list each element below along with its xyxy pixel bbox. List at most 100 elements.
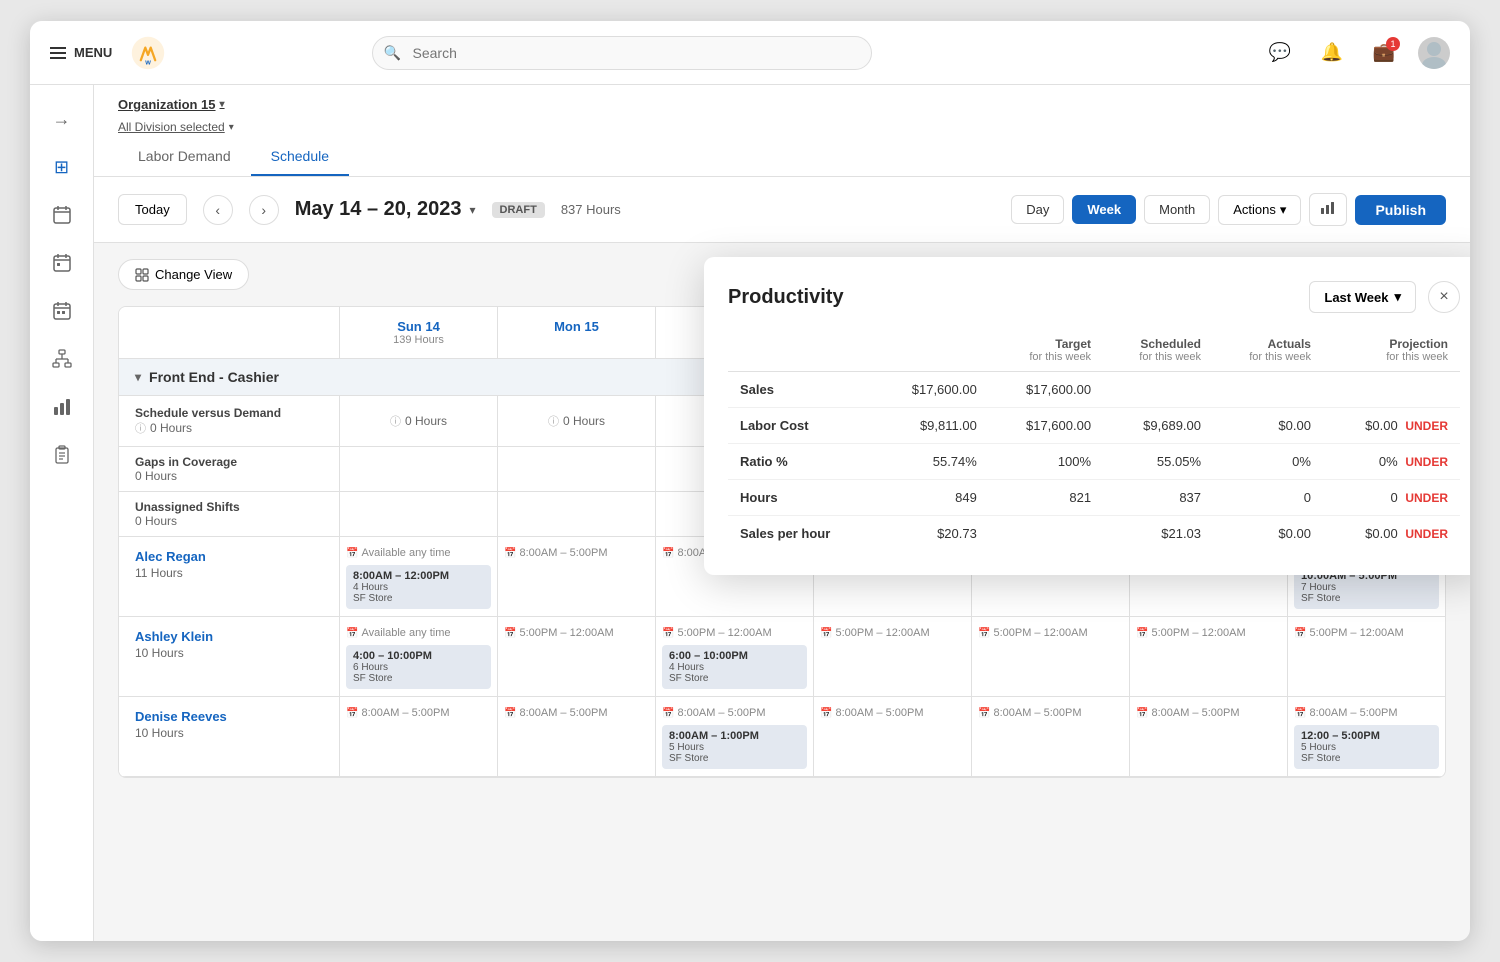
division-arrow: ▾ — [229, 122, 234, 133]
division-selector[interactable]: All Division selected — [118, 120, 225, 134]
prod-scheduled-1: $9,689.00 — [1103, 408, 1213, 444]
actions-arrow: ▾ — [1280, 202, 1287, 218]
close-productivity-button[interactable]: × — [1428, 281, 1460, 313]
badge-count: 1 — [1386, 37, 1400, 51]
unassigned-cell-0 — [339, 492, 497, 536]
day-view-button[interactable]: Day — [1011, 195, 1064, 224]
prev-week-button[interactable]: ‹ — [203, 195, 233, 225]
prod-scheduled-3: 837 — [1103, 480, 1213, 516]
publish-button[interactable]: Publish — [1355, 195, 1446, 225]
avatar[interactable] — [1418, 37, 1450, 69]
gaps-cell-1 — [497, 447, 655, 491]
emp-cell-0-1[interactable]: 📅8:00AM – 5:00PM — [497, 537, 655, 616]
employee-row-1: Ashley Klein10 Hours📅Available any time4… — [119, 617, 1445, 697]
emp-cell-2-5[interactable]: 📅8:00AM – 5:00PM — [1129, 697, 1287, 776]
week-selector-label: Last Week — [1324, 290, 1388, 305]
today-button[interactable]: Today — [118, 194, 187, 225]
avail-text-1-0: 📅Available any time — [346, 623, 491, 643]
metrics-label: Schedule versus Demand — [135, 406, 323, 420]
shift-block-1-0[interactable]: 4:00 – 10:00PM6 HoursSF Store — [346, 645, 491, 689]
week-dropdown-arrow: ▾ — [1394, 289, 1401, 305]
actions-label: Actions — [1233, 202, 1276, 217]
sidebar-item-calendar2[interactable] — [40, 241, 84, 285]
org-selector[interactable]: Organization 15 ▾ — [118, 97, 225, 112]
emp-cell-1-0[interactable]: 📅Available any time4:00 – 10:00PM6 Hours… — [339, 617, 497, 696]
tab-labor-demand[interactable]: Labor Demand — [118, 138, 251, 176]
emp-cell-1-3[interactable]: 📅5:00PM – 12:00AM — [813, 617, 971, 696]
emp-cell-2-6[interactable]: 📅8:00AM – 5:00PM12:00 – 5:00PM5 HoursSF … — [1287, 697, 1445, 776]
prod-actual-4: $20.73 — [875, 516, 989, 552]
col-projection: Projection for this week — [1323, 329, 1460, 372]
emp-name-2[interactable]: Denise Reeves — [135, 709, 323, 724]
metrics-cell-1: ⓘ0 Hours — [497, 396, 655, 446]
emp-cell-2-0[interactable]: 📅8:00AM – 5:00PM — [339, 697, 497, 776]
week-view-button[interactable]: Week — [1072, 195, 1136, 224]
sidebar-item-pin[interactable]: → — [40, 97, 84, 141]
emp-cell-0-0[interactable]: 📅Available any time8:00AM – 12:00PM4 Hou… — [339, 537, 497, 616]
productivity-table: Target for this week Scheduled for this … — [728, 329, 1460, 551]
grid-header-mon: Mon 15 — [497, 307, 655, 358]
chat-icon[interactable]: 💬 — [1262, 35, 1298, 71]
sidebar-item-org[interactable] — [40, 337, 84, 381]
prod-actual-1: $9,811.00 — [875, 408, 989, 444]
gaps-sub: 0 Hours — [135, 469, 323, 483]
prod-actuals-2: 0% — [1213, 444, 1323, 480]
section-chevron[interactable]: ▾ — [135, 370, 141, 384]
shift-block-2-6[interactable]: 12:00 – 5:00PM5 HoursSF Store — [1294, 725, 1439, 769]
emp-cell-1-4[interactable]: 📅5:00PM – 12:00AM — [971, 617, 1129, 696]
bell-icon[interactable]: 🔔 — [1314, 35, 1350, 71]
emp-cell-1-1[interactable]: 📅5:00PM – 12:00AM — [497, 617, 655, 696]
menu-button[interactable]: MENU — [50, 45, 112, 60]
prod-projection-0 — [1323, 372, 1460, 408]
avail-text-1-2: 📅5:00PM – 12:00AM — [662, 623, 807, 643]
emp-name-0[interactable]: Alec Regan — [135, 549, 323, 564]
sidebar-item-calendar3[interactable] — [40, 289, 84, 333]
employee-row-2: Denise Reeves10 Hours📅8:00AM – 5:00PM📅8:… — [119, 697, 1445, 777]
emp-cell-1-6[interactable]: 📅5:00PM – 12:00AM — [1287, 617, 1445, 696]
date-dropdown-arrow[interactable]: ▾ — [470, 203, 476, 217]
sidebar-item-calendar1[interactable] — [40, 193, 84, 237]
search-bar[interactable]: 🔍 — [372, 36, 872, 70]
briefcase-icon[interactable]: 💼 1 — [1366, 35, 1402, 71]
shift-block-2-2[interactable]: 8:00AM – 1:00PM5 HoursSF Store — [662, 725, 807, 769]
emp-name-1[interactable]: Ashley Klein — [135, 629, 323, 644]
avail-text-2-5: 📅8:00AM – 5:00PM — [1136, 703, 1281, 723]
emp-cell-1-2[interactable]: 📅5:00PM – 12:00AM6:00 – 10:00PM4 HoursSF… — [655, 617, 813, 696]
prod-row-4: Sales per hour $20.73 $21.03 $0.00 $0.00… — [728, 516, 1460, 552]
date-range-title: May 14 – 20, 2023 — [295, 198, 462, 221]
shift-block-0-0[interactable]: 8:00AM – 12:00PM4 HoursSF Store — [346, 565, 491, 609]
hours-count: 837 Hours — [561, 202, 621, 217]
actions-button[interactable]: Actions ▾ — [1218, 195, 1301, 225]
prod-actuals-0 — [1213, 372, 1323, 408]
emp-cell-2-1[interactable]: 📅8:00AM – 5:00PM — [497, 697, 655, 776]
app-logo: w — [128, 33, 168, 73]
week-selector[interactable]: Last Week ▾ — [1309, 281, 1416, 313]
change-view-button[interactable]: Change View — [118, 259, 249, 290]
sidebar-item-dashboard[interactable]: ⊞ — [40, 145, 84, 189]
next-week-button[interactable]: › — [249, 195, 279, 225]
emp-cell-2-4[interactable]: 📅8:00AM – 5:00PM — [971, 697, 1129, 776]
grid-header-sun: Sun 14 139 Hours — [339, 307, 497, 358]
unassigned-sub: 0 Hours — [135, 514, 323, 528]
col-actual — [875, 329, 989, 372]
emp-cell-1-5[interactable]: 📅5:00PM – 12:00AM — [1129, 617, 1287, 696]
tab-schedule[interactable]: Schedule — [251, 138, 349, 176]
prod-actual-2: 55.74% — [875, 444, 989, 480]
prod-projection-3: 0 UNDER — [1323, 480, 1460, 516]
tabs: Labor Demand Schedule — [118, 138, 1446, 176]
shift-block-1-2[interactable]: 6:00 – 10:00PM4 HoursSF Store — [662, 645, 807, 689]
avail-text-0-0: 📅Available any time — [346, 543, 491, 563]
prod-projection-2: 0% UNDER — [1323, 444, 1460, 480]
avail-text-1-1: 📅5:00PM – 12:00AM — [504, 623, 649, 643]
sidebar-item-clipboard[interactable] — [40, 433, 84, 477]
emp-cell-2-2[interactable]: 📅8:00AM – 5:00PM8:00AM – 1:00PM5 HoursSF… — [655, 697, 813, 776]
sidebar-item-analytics[interactable] — [40, 385, 84, 429]
chart-button[interactable] — [1309, 193, 1347, 226]
menu-label: MENU — [74, 45, 112, 60]
emp-cell-2-3[interactable]: 📅8:00AM – 5:00PM — [813, 697, 971, 776]
month-view-button[interactable]: Month — [1144, 195, 1210, 224]
org-name: Organization 15 — [118, 97, 216, 112]
search-input[interactable] — [372, 36, 872, 70]
avail-text-2-1: 📅8:00AM – 5:00PM — [504, 703, 649, 723]
avail-text-2-6: 📅8:00AM – 5:00PM — [1294, 703, 1439, 723]
